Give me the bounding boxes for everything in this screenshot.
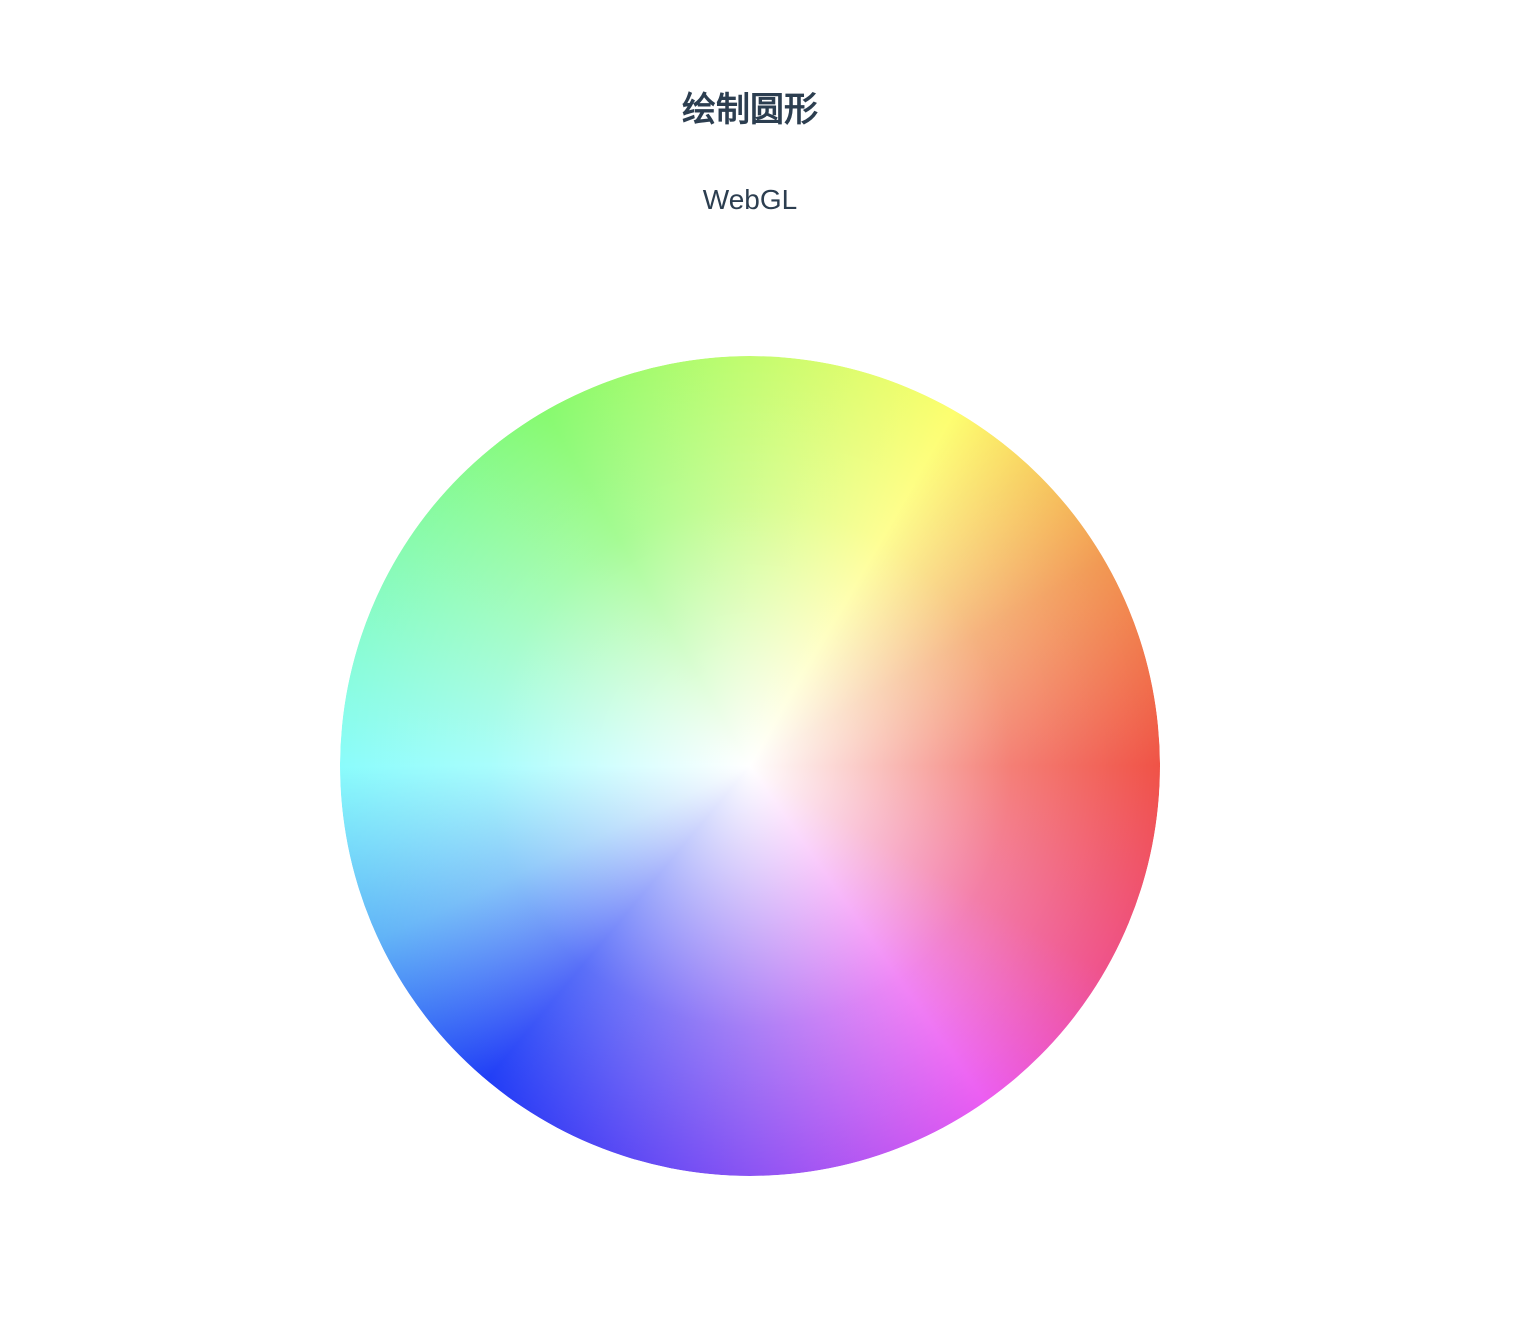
white-center-glow bbox=[340, 356, 1160, 1176]
webgl-canvas[interactable] bbox=[340, 356, 1160, 1176]
page-title: 绘制圆形 bbox=[682, 90, 818, 130]
page-subtitle: WebGL bbox=[702, 184, 798, 215]
gradient-circle bbox=[340, 356, 1160, 1176]
